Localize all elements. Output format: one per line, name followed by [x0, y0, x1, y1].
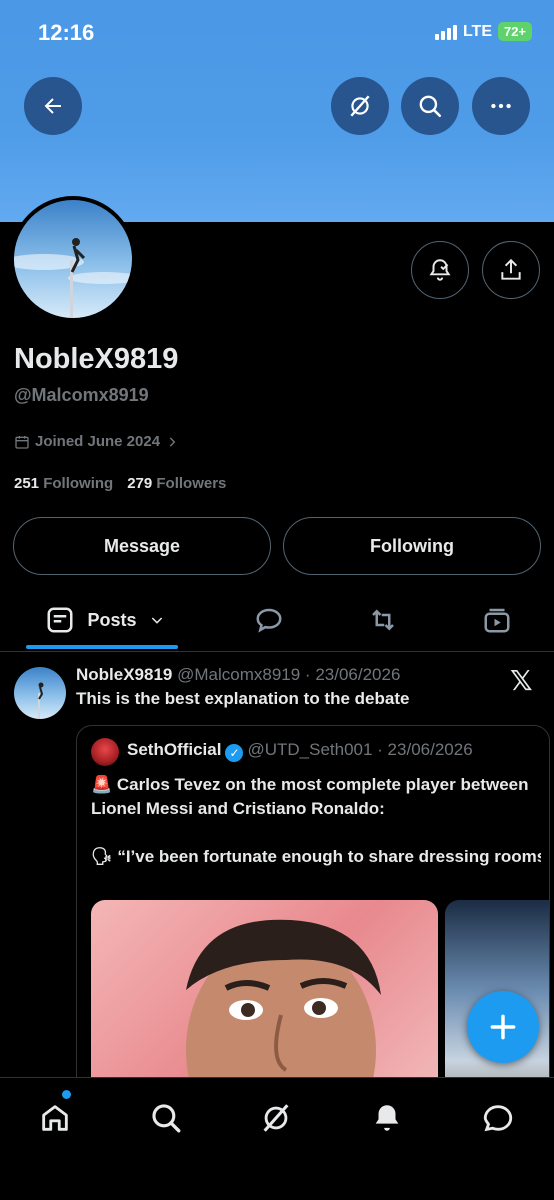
back-button[interactable] [24, 77, 82, 135]
quote-author-avatar [91, 738, 119, 766]
home-notification-dot [62, 1090, 71, 1099]
followers-count: 279 [127, 475, 153, 492]
arrow-left-icon [44, 98, 61, 114]
following-label: Following [43, 475, 114, 492]
quote-line-1: Carlos Tevez on the most complete player… [91, 775, 529, 818]
calendar-icon [15, 435, 29, 449]
followers-link[interactable]: 279 Followers [127, 475, 226, 492]
quote-text: 🚨 Carlos Tevez on the most complete play… [91, 773, 541, 893]
active-tab-indicator [26, 645, 178, 649]
quote-line-2: “I’ve been fortunate enough to share dre… [117, 847, 541, 866]
profile-tabs: Posts [0, 592, 554, 652]
following-count: 251 [14, 475, 40, 492]
joined-date[interactable]: Joined June 2024 [14, 433, 179, 450]
home-icon [42, 1105, 68, 1131]
verified-badge-icon: ✓ [225, 744, 244, 762]
nav-notifications[interactable] [365, 1096, 409, 1140]
joined-label: Joined June 2024 [35, 433, 161, 450]
post-author-avatar[interactable] [14, 667, 66, 719]
grok-button[interactable] [331, 77, 389, 135]
messages-icon [483, 1105, 513, 1132]
siren-icon: 🚨 [91, 775, 113, 794]
following-link[interactable]: 251 Following [14, 475, 113, 492]
media-icon [484, 608, 510, 633]
plus-icon [490, 1014, 516, 1040]
post-header: NobleX9819 @Malcomx8919 · 23/06/2026 [76, 665, 400, 685]
grok-slash-icon [263, 1104, 289, 1132]
tab-media[interactable] [472, 592, 522, 648]
followers-label: Followers [156, 475, 227, 492]
more-horizontal-icon [491, 103, 511, 109]
grok-slash-icon [350, 95, 370, 117]
quoted-post[interactable]: SethOfficial ✓ @UTD_Seth001 · 23/06/2026 🚨… [76, 725, 550, 1125]
chevron-right-icon [169, 436, 176, 447]
avatar-image [14, 200, 132, 318]
nav-grok[interactable] [254, 1096, 298, 1140]
nav-home[interactable] [33, 1096, 77, 1140]
signal-icon [434, 24, 457, 40]
share-icon [501, 258, 521, 280]
chevron-down-icon [151, 617, 162, 624]
following-button[interactable]: Following [283, 517, 541, 575]
compose-post-button[interactable] [467, 991, 539, 1063]
network-label: LTE [462, 22, 492, 40]
tab-posts[interactable]: Posts [30, 592, 180, 648]
share-button[interactable] [482, 241, 540, 299]
quote-header: SethOfficial ✓ @UTD_Seth001 · 23/06/2026 [127, 740, 473, 762]
posts-icon [47, 607, 73, 633]
follow-stats: 251 Following 279 Followers [14, 475, 226, 492]
post-text: This is the best explanation to the deba… [76, 689, 410, 708]
status-indicators: LTE 72+ [434, 22, 532, 41]
quote-handle-date: @UTD_Seth001 · 23/06/2026 [247, 740, 473, 759]
display-name: NobleX9819 [14, 343, 179, 375]
message-button[interactable]: Message [13, 517, 271, 575]
bell-icon [375, 1105, 399, 1131]
profile-avatar[interactable] [10, 196, 136, 322]
status-bar: 12:16 LTE 72+ [0, 0, 554, 70]
profile-handle: @Malcomx8919 [14, 385, 149, 405]
tab-replies[interactable] [244, 592, 294, 648]
tab-posts-label: Posts [87, 609, 137, 630]
status-time: 12:16 [38, 20, 95, 45]
tab-reposts[interactable] [358, 592, 408, 648]
post-handle-date: @Malcomx8919 · 23/06/2026 [177, 665, 401, 684]
battery-icon: 72+ [498, 22, 532, 41]
search-icon [152, 1104, 181, 1133]
nav-messages[interactable] [476, 1096, 520, 1140]
bottom-navigation [0, 1077, 554, 1200]
post-author-name[interactable]: NobleX9819 [76, 665, 172, 684]
x-logo-icon: 𝕏 [510, 665, 533, 696]
reposts-icon [372, 609, 394, 631]
search-icon [419, 95, 442, 118]
bell-check-icon [429, 259, 451, 281]
speaking-head-icon: 🗣 [91, 847, 113, 866]
nav-search[interactable] [144, 1096, 188, 1140]
more-button[interactable] [472, 77, 530, 135]
quote-author-name: SethOfficial [127, 740, 222, 759]
notifications-button[interactable] [411, 241, 469, 299]
replies-icon [256, 608, 282, 633]
search-button[interactable] [401, 77, 459, 135]
